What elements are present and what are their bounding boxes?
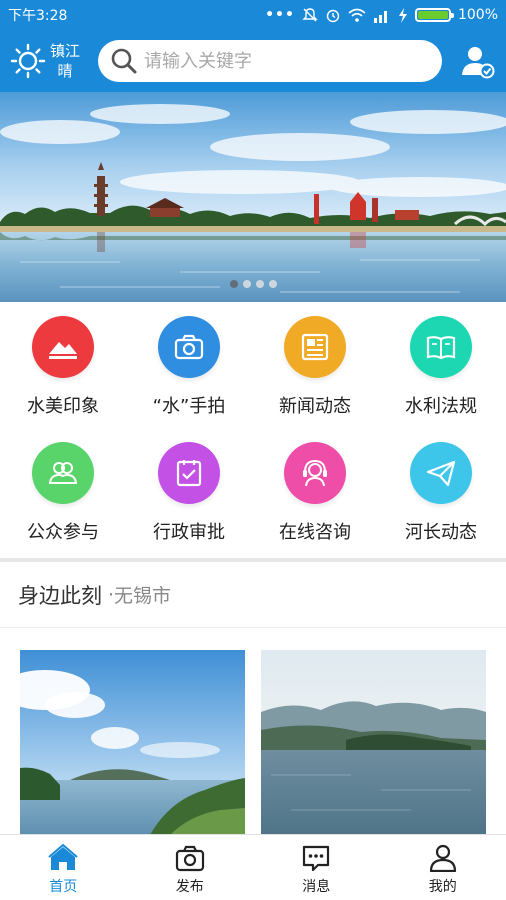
mute-icon: [302, 8, 318, 22]
banner-carousel[interactable]: [0, 92, 506, 302]
message-icon: [303, 845, 330, 872]
menu-item-news[interactable]: 新闻动态: [252, 316, 378, 418]
headset-icon: [303, 459, 327, 487]
app-screen: 下午3:28 ••• 100% 镇江 晴 请输入关键字 水美印象 “水”手拍 新…: [0, 0, 506, 900]
menu-label: 行政审批: [153, 522, 225, 543]
weather-condition: 晴: [57, 62, 73, 80]
lake-photo-image: [20, 650, 245, 835]
search-input[interactable]: [144, 50, 430, 72]
menu-label: 在线咨询: [279, 522, 351, 543]
camera-icon: [174, 334, 204, 360]
clipboard-check-icon: [176, 460, 202, 487]
bottom-tab-bar: 首页 发布 消息 我的: [0, 834, 506, 900]
status-icons: ••• 100%: [265, 7, 498, 23]
newspaper-icon-circle: [284, 316, 346, 378]
status-bar: 下午3:28 ••• 100%: [0, 0, 506, 30]
person-icon: [429, 844, 456, 872]
newspaper-icon: [301, 333, 329, 361]
menu-label: 河长动态: [405, 522, 477, 543]
clipboard-check-icon-circle: [158, 442, 220, 504]
paper-plane-icon: [426, 460, 456, 487]
camera-icon-circle: [158, 316, 220, 378]
headset-icon-circle: [284, 442, 346, 504]
banner-lake-scene-image: [0, 92, 506, 302]
tab-label: 首页: [49, 879, 78, 895]
menu-item-water-photo[interactable]: “水”手拍: [126, 316, 252, 418]
people-icon-circle: [32, 442, 94, 504]
status-time: 下午3:28: [8, 8, 68, 24]
header: 镇江 晴: [0, 30, 506, 92]
menu-item-public-participation[interactable]: 公众参与: [0, 442, 126, 544]
tab-label: 消息: [302, 879, 331, 895]
book-icon: [426, 336, 456, 360]
weather-text: 镇江 晴: [50, 41, 80, 81]
people-icon: [48, 462, 78, 484]
charging-icon: [398, 7, 407, 23]
photo-card[interactable]: [261, 650, 486, 835]
weather-city: 镇江: [50, 42, 81, 60]
mountain-icon-circle: [32, 316, 94, 378]
menu-label: 水利法规: [405, 396, 477, 417]
carousel-dot[interactable]: [269, 280, 277, 288]
tab-messages[interactable]: 消息: [253, 835, 380, 900]
menu-label: 新闻动态: [279, 396, 351, 417]
tab-mine[interactable]: 我的: [380, 835, 506, 900]
tab-label: 我的: [428, 879, 457, 895]
menu-label: “水”手拍: [152, 396, 226, 417]
nearby-section-header: 身边此刻 · 无锡市: [0, 562, 506, 628]
menu-label: 公众参与: [27, 522, 99, 543]
more-dots-icon: •••: [265, 7, 295, 23]
sun-icon: [10, 43, 46, 79]
tab-home[interactable]: 首页: [0, 835, 127, 900]
menu-item-water-impression[interactable]: 水美印象: [0, 316, 126, 418]
battery-fill: [417, 11, 448, 19]
tab-publish[interactable]: 发布: [127, 835, 254, 900]
camera-icon: [175, 845, 204, 872]
alarm-icon: [326, 9, 340, 23]
menu-label: 水美印象: [27, 396, 99, 417]
search-box[interactable]: [98, 40, 442, 82]
tab-label: 发布: [175, 879, 204, 895]
carousel-indicator: [230, 280, 277, 288]
book-icon-circle: [410, 316, 472, 378]
menu-item-regulations[interactable]: 水利法规: [378, 316, 504, 418]
paper-plane-icon-circle: [410, 442, 472, 504]
search-icon: [111, 48, 137, 74]
battery-percent: 100%: [457, 7, 498, 23]
user-verified-icon[interactable]: [460, 43, 496, 79]
home-icon: [48, 844, 78, 870]
menu-item-river-chief-news[interactable]: 河长动态: [378, 442, 504, 544]
carousel-dot[interactable]: [230, 280, 238, 288]
wifi-icon: [348, 8, 366, 22]
battery-icon: [414, 8, 454, 22]
mountain-icon: [49, 342, 77, 359]
signal-icon: [373, 10, 387, 23]
feature-grid: 水美印象 “水”手拍 新闻动态 水利法规 公众参与 行政审批 在线咨询 河长动态: [0, 302, 506, 558]
carousel-dot[interactable]: [256, 280, 264, 288]
menu-item-admin-approval[interactable]: 行政审批: [126, 442, 252, 544]
carousel-dot[interactable]: [243, 280, 251, 288]
photo-card[interactable]: [20, 650, 245, 835]
section-city[interactable]: 无锡市: [114, 581, 171, 608]
nearby-photo-list: [0, 629, 506, 835]
menu-item-online-consult[interactable]: 在线咨询: [252, 442, 378, 544]
mountain-lake-photo-image: [261, 650, 486, 835]
weather-widget[interactable]: 镇江 晴: [10, 41, 94, 81]
section-title: 身边此刻: [18, 583, 102, 608]
